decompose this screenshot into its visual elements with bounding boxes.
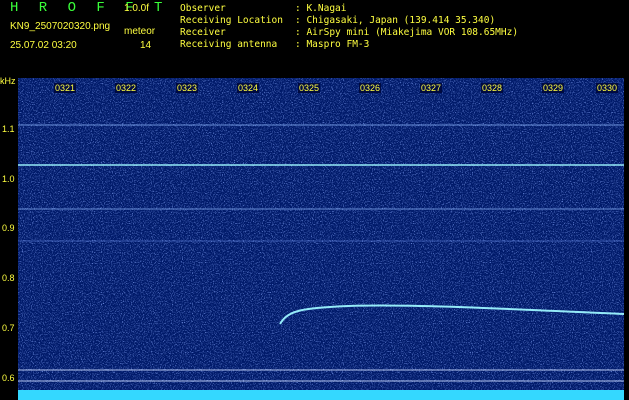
spectrogram-canvas xyxy=(18,78,624,400)
x-tick-label: 0322 xyxy=(115,83,138,93)
version-label: 1.0.0f xyxy=(124,3,150,14)
x-tick-label: 0321 xyxy=(54,83,77,93)
meta-receiver: Receiver: AirSpy mini (Miakejima VOR 108… xyxy=(180,27,519,38)
y-tick-label: 0.9 xyxy=(2,223,15,233)
timestamp-label: 25.07.02 03:20 xyxy=(10,40,77,51)
bottom-band xyxy=(18,390,624,400)
y-tick-label: 1.0 xyxy=(2,174,15,184)
noise-speckle xyxy=(18,78,624,400)
meta-observer: Observer: K.Nagai xyxy=(180,3,347,14)
x-tick-label: 0324 xyxy=(237,83,260,93)
filename-label: KN9_2507020320.png xyxy=(10,21,111,32)
y-tick-label: 0.7 xyxy=(2,323,15,333)
x-tick-label: 0330 xyxy=(596,83,619,93)
y-tick-label: 0.8 xyxy=(2,273,15,283)
x-tick-label: 0327 xyxy=(420,83,443,93)
y-tick-label: 1.1 xyxy=(2,124,15,134)
meteor-count: 14 xyxy=(140,40,152,51)
y-axis-unit: kHz xyxy=(0,76,16,86)
y-axis: kHz 1.1 1.0 0.9 0.8 0.7 0.6 xyxy=(0,76,18,400)
x-tick-label: 0326 xyxy=(359,83,382,93)
x-tick-label: 0328 xyxy=(481,83,504,93)
spectrogram xyxy=(18,78,624,400)
x-tick-label: 0323 xyxy=(176,83,199,93)
meteor-label: meteor xyxy=(124,26,156,37)
meta-location: Receiving Location: Chigasaki, Japan (13… xyxy=(180,15,496,26)
y-tick-label: 0.6 xyxy=(2,373,15,383)
meta-antenna: Receiving antenna: Maspro FM-3 xyxy=(180,39,370,50)
right-frame xyxy=(624,76,629,400)
x-tick-label: 0329 xyxy=(542,83,565,93)
header-panel: H R O F F T 1.0.0f KN9_2507020320.png 25… xyxy=(0,0,629,76)
x-tick-label: 0325 xyxy=(298,83,321,93)
